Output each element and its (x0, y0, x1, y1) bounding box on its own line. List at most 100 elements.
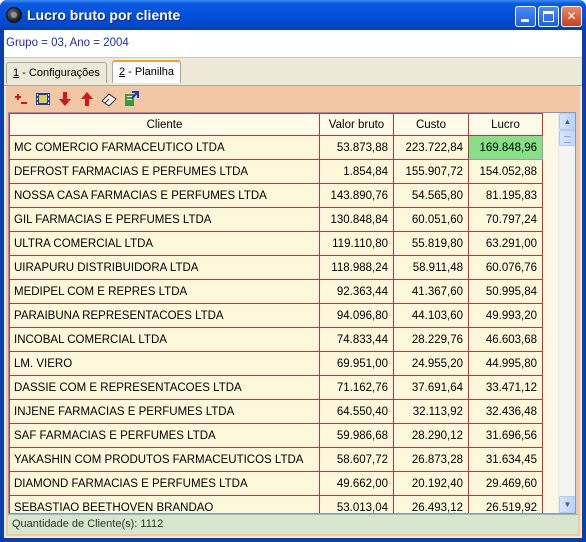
eraser-icon[interactable] (100, 90, 118, 108)
minimize-button[interactable] (515, 6, 536, 27)
cell-valor-bruto[interactable]: 53.013,04 (319, 495, 394, 513)
cell-lucro[interactable]: 33.471,12 (468, 375, 543, 400)
cell-custo[interactable]: 28.229,76 (393, 327, 469, 352)
cell-custo[interactable]: 58.911,48 (393, 255, 469, 280)
cell-cliente[interactable]: YAKASHIN COM PRODUTOS FARMACEUTICOS LTDA (9, 447, 320, 472)
cell-cliente[interactable]: SEBASTIAO BEETHOVEN BRANDAO (9, 495, 320, 513)
cell-lucro[interactable]: 154.052,88 (468, 159, 543, 184)
cell-custo[interactable]: 41.367,60 (393, 279, 469, 304)
cell-custo[interactable]: 26.873,28 (393, 447, 469, 472)
column-header-lucro[interactable]: Lucro (468, 113, 543, 136)
cell-valor-bruto[interactable]: 143.890,76 (319, 183, 394, 208)
table-row[interactable]: DIAMOND FARMACIAS E PERFUMES LTDA 49.662,… (9, 471, 543, 496)
cell-valor-bruto[interactable]: 118.988,24 (319, 255, 394, 280)
close-button[interactable]: ✕ (561, 6, 582, 27)
cell-cliente[interactable]: UIRAPURU DISTRIBUIDORA LTDA (9, 255, 320, 280)
tab-planilha[interactable]: 2 - Planilha (112, 60, 182, 83)
cell-lucro[interactable]: 29.469,60 (468, 471, 543, 496)
scroll-up-button[interactable]: ▲ (559, 113, 575, 130)
cell-custo[interactable]: 155.907,72 (393, 159, 469, 184)
cell-cliente[interactable]: PARAIBUNA REPRESENTACOES LTDA (9, 303, 320, 328)
cell-valor-bruto[interactable]: 119.110,80 (319, 231, 394, 256)
cell-valor-bruto[interactable]: 59.986,68 (319, 423, 394, 448)
cell-valor-bruto[interactable]: 94.096,80 (319, 303, 394, 328)
cell-lucro[interactable]: 31.696,56 (468, 423, 543, 448)
cell-custo[interactable]: 26.493,12 (393, 495, 469, 513)
cell-cliente[interactable]: DEFROST FARMACIAS E PERFUMES LTDA (9, 159, 320, 184)
cell-cliente[interactable]: MEDIPEL COM E REPRES LTDA (9, 279, 320, 304)
maximize-button[interactable] (538, 6, 559, 27)
cell-lucro[interactable]: 32.436,48 (468, 399, 543, 424)
table-row[interactable]: DASSIE COM E REPRESENTACOES LTDA 71.162,7… (9, 375, 543, 400)
cell-cliente[interactable]: SAF FARMACIAS E PERFUMES LTDA (9, 423, 320, 448)
cell-lucro[interactable]: 169.848,96 (468, 135, 543, 160)
cell-cliente[interactable]: ULTRA COMERCIAL LTDA (9, 231, 320, 256)
cell-custo[interactable]: 223.722,84 (393, 135, 469, 160)
scroll-thumb[interactable] (559, 130, 575, 146)
add-remove-icon[interactable] (12, 90, 30, 108)
cell-cliente[interactable]: MC COMERCIO FARMACEUTICO LTDA (9, 135, 320, 160)
table-row[interactable]: LM. VIERO 69.951,00 24.955,20 44.995,80 (9, 351, 543, 376)
export-icon[interactable] (122, 90, 140, 108)
table-row[interactable]: YAKASHIN COM PRODUTOS FARMACEUTICOS LTDA… (9, 447, 543, 472)
cell-lucro[interactable]: 31.634,45 (468, 447, 543, 472)
scroll-down-button[interactable]: ▼ (559, 496, 575, 513)
data-grid[interactable]: Cliente Valor bruto Custo Lucro MC COMER… (8, 112, 576, 514)
cell-custo[interactable]: 20.192,40 (393, 471, 469, 496)
cell-lucro[interactable]: 81.195,83 (468, 183, 543, 208)
cell-custo[interactable]: 54.565,80 (393, 183, 469, 208)
cell-cliente[interactable]: LM. VIERO (9, 351, 320, 376)
cell-lucro[interactable]: 70.797,24 (468, 207, 543, 232)
cell-lucro[interactable]: 26.519,92 (468, 495, 543, 513)
cell-custo[interactable]: 32.113,92 (393, 399, 469, 424)
table-row[interactable]: GIL FARMACIAS E PERFUMES LTDA 130.848,84 6… (9, 207, 543, 232)
cell-lucro[interactable]: 46.603,68 (468, 327, 543, 352)
cell-valor-bruto[interactable]: 53.873,88 (319, 135, 394, 160)
table-row[interactable]: DEFROST FARMACIAS E PERFUMES LTDA 1.854,8… (9, 159, 543, 184)
cell-cliente[interactable]: GIL FARMACIAS E PERFUMES LTDA (9, 207, 320, 232)
cell-lucro[interactable]: 63.291,00 (468, 231, 543, 256)
cell-valor-bruto[interactable]: 130.848,84 (319, 207, 394, 232)
table-row[interactable]: SAF FARMACIAS E PERFUMES LTDA 59.986,68 28… (9, 423, 543, 448)
column-header-cliente[interactable]: Cliente (9, 113, 320, 136)
table-row[interactable]: UIRAPURU DISTRIBUIDORA LTDA 118.988,24 58.… (9, 255, 543, 280)
cell-valor-bruto[interactable]: 64.550,40 (319, 399, 394, 424)
cell-cliente[interactable]: DIAMOND FARMACIAS E PERFUMES LTDA (9, 471, 320, 496)
table-row[interactable]: NOSSA CASA FARMACIAS E PERFUMES LTDA 143.… (9, 183, 543, 208)
cell-valor-bruto[interactable]: 92.363,44 (319, 279, 394, 304)
cell-valor-bruto[interactable]: 1.854,84 (319, 159, 394, 184)
cell-cliente[interactable]: INCOBAL COMERCIAL LTDA (9, 327, 320, 352)
table-row[interactable]: INJENE FARMACIAS E PERFUMES LTDA 64.550,4… (9, 399, 543, 424)
column-header-custo[interactable]: Custo (393, 113, 469, 136)
cell-custo[interactable]: 24.955,20 (393, 351, 469, 376)
cell-valor-bruto[interactable]: 49.662,00 (319, 471, 394, 496)
arrow-up-icon[interactable] (78, 90, 96, 108)
table-row[interactable]: ULTRA COMERCIAL LTDA 119.110,80 55.819,80 6… (9, 231, 543, 256)
cell-lucro[interactable]: 49.993,20 (468, 303, 543, 328)
cell-cliente[interactable]: INJENE FARMACIAS E PERFUMES LTDA (9, 399, 320, 424)
cell-custo[interactable]: 37.691,64 (393, 375, 469, 400)
cell-valor-bruto[interactable]: 69.951,00 (319, 351, 394, 376)
cell-custo[interactable]: 55.819,80 (393, 231, 469, 256)
column-header-valor-bruto[interactable]: Valor bruto (319, 113, 394, 136)
cell-cliente[interactable]: NOSSA CASA FARMACIAS E PERFUMES LTDA (9, 183, 320, 208)
cell-valor-bruto[interactable]: 74.833,44 (319, 327, 394, 352)
cell-valor-bruto[interactable]: 71.162,76 (319, 375, 394, 400)
table-row[interactable]: MC COMERCIO FARMACEUTICO LTDA 53.873,88 22… (9, 135, 543, 160)
cell-lucro[interactable]: 44.995,80 (468, 351, 543, 376)
table-row[interactable]: PARAIBUNA REPRESENTACOES LTDA 94.096,80 44… (9, 303, 543, 328)
cell-lucro[interactable]: 50.995,84 (468, 279, 543, 304)
tab-configuracoes[interactable]: 1 - Configurações (6, 62, 107, 83)
cell-cliente[interactable]: DASSIE COM E REPRESENTACOES LTDA (9, 375, 320, 400)
title-bar[interactable]: Lucro bruto por cliente ✕ (0, 0, 586, 30)
cell-custo[interactable]: 28.290,12 (393, 423, 469, 448)
arrow-down-icon[interactable] (56, 90, 74, 108)
film-icon[interactable] (34, 90, 52, 108)
cell-lucro[interactable]: 60.076,76 (468, 255, 543, 280)
table-row[interactable]: MEDIPEL COM E REPRES LTDA 92.363,44 41.367… (9, 279, 543, 304)
cell-valor-bruto[interactable]: 58.607,72 (319, 447, 394, 472)
table-row[interactable]: SEBASTIAO BEETHOVEN BRANDAO 53.013,04 26.4… (9, 495, 543, 513)
cell-custo[interactable]: 60.051,60 (393, 207, 469, 232)
vertical-scrollbar[interactable]: ▲ ▼ (558, 113, 575, 513)
table-row[interactable]: INCOBAL COMERCIAL LTDA 74.833,44 28.229,76… (9, 327, 543, 352)
